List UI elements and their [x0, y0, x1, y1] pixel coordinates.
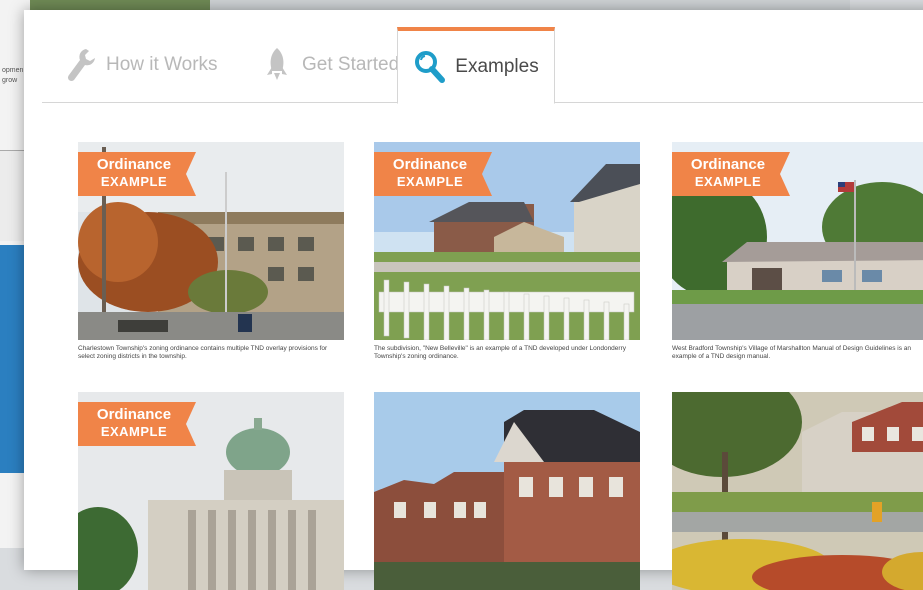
example-photo: Ordinance EXAMPLE: [78, 142, 344, 340]
example-photo: [672, 392, 923, 590]
wrench-icon: [64, 45, 98, 85]
ordinance-example-ribbon: Ordinance EXAMPLE: [374, 152, 496, 196]
ribbon-line1: Ordinance: [96, 156, 172, 173]
tab-bar: How it Works Get Started Examples: [42, 10, 923, 104]
magnifier-icon: [413, 47, 447, 87]
example-photo: Ordinance EXAMPLE: [78, 392, 344, 590]
example-photo: Ordinance EXAMPLE: [374, 142, 640, 340]
rocket-icon: [260, 45, 294, 85]
ribbon-line2: EXAMPLE: [100, 424, 168, 439]
ordinance-example-ribbon: Ordinance EXAMPLE: [78, 402, 200, 446]
tab-examples[interactable]: Examples: [397, 27, 555, 104]
tab-how-it-works[interactable]: How it Works: [64, 28, 218, 102]
ribbon-line2: EXAMPLE: [100, 174, 168, 189]
ordinance-example-ribbon: Ordinance EXAMPLE: [672, 152, 794, 196]
background-text: opmen grow: [2, 66, 23, 86]
example-card[interactable]: Ordinance EXAMPLE The subdivision, "New …: [374, 142, 640, 361]
ribbon-line1: Ordinance: [96, 406, 172, 423]
example-card[interactable]: Ordinance EXAMPLE Charlestown Township's…: [78, 142, 344, 361]
tab-get-started[interactable]: Get Started: [260, 28, 399, 102]
example-photo: [374, 392, 640, 590]
tab-label: Examples: [455, 56, 539, 77]
example-caption: West Bradford Township's Village of Mars…: [672, 345, 911, 360]
background-text-line: opmen: [2, 67, 24, 74]
tab-label: Get Started: [302, 54, 400, 75]
background-text-line: grow: [2, 77, 18, 84]
example-caption: The subdivision, "New Belleville" is an …: [374, 345, 626, 360]
modal-panel: How it Works Get Started Examples Ordina…: [24, 10, 923, 590]
example-card[interactable]: [672, 392, 923, 590]
ordinance-example-ribbon: Ordinance EXAMPLE: [78, 152, 200, 196]
example-card[interactable]: Ordinance EXAMPLE West Bradford Township…: [672, 142, 923, 361]
ribbon-line2: EXAMPLE: [694, 174, 762, 189]
example-caption: Charlestown Township's zoning ordinance …: [78, 345, 328, 360]
ribbon-line1: Ordinance: [690, 156, 766, 173]
ribbon-line1: Ordinance: [392, 156, 468, 173]
example-photo: Ordinance EXAMPLE: [672, 142, 923, 340]
example-card[interactable]: [374, 392, 640, 590]
example-card[interactable]: Ordinance EXAMPLE: [78, 392, 344, 590]
tab-label: How it Works: [106, 54, 218, 75]
ribbon-line2: EXAMPLE: [396, 174, 464, 189]
